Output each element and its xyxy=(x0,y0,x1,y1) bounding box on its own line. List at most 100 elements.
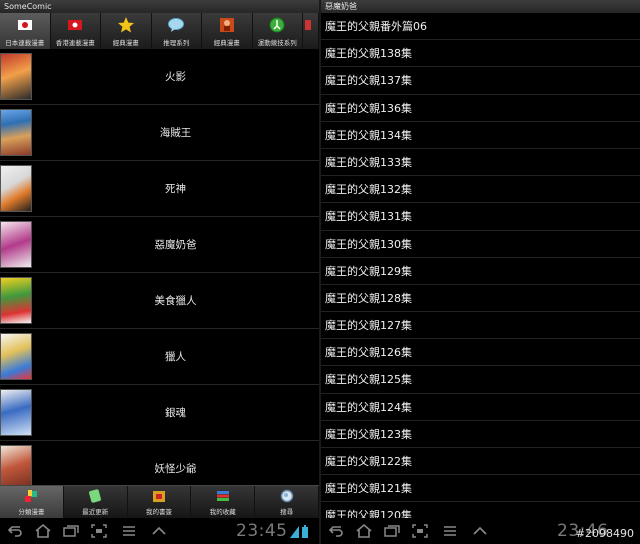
tab-label: 日本連載漫畫 xyxy=(5,39,45,47)
tab-sports-series[interactable]: 運動競技系列 xyxy=(253,13,303,49)
system-bar: 23:45 xyxy=(0,518,319,544)
back-icon[interactable] xyxy=(327,523,345,539)
comic-cover-thumbnail xyxy=(0,165,32,212)
tab-label: 香港連載漫畫 xyxy=(55,39,95,47)
chapter-item[interactable]: 魔王的父親136集 xyxy=(321,95,640,122)
tab-classic-comics-2[interactable]: 經典漫畫 xyxy=(202,13,253,49)
comic-browser-screen: SomeComic 日本連載漫畫 香港連載漫畫 經典漫畫 推理系列 經典漫畫 運… xyxy=(0,0,319,544)
nav-search[interactable]: 搜尋 xyxy=(255,486,319,518)
chapter-item[interactable]: 魔王的父親123集 xyxy=(321,421,640,448)
tab-mystery-series[interactable]: 推理系列 xyxy=(152,13,202,49)
screenshot-icon[interactable] xyxy=(90,523,108,539)
chapter-item[interactable]: 魔王的父親125集 xyxy=(321,366,640,394)
list-item[interactable]: 銀魂 xyxy=(0,385,319,441)
comic-title-bar: 惡魔奶爸 xyxy=(321,0,640,13)
speech-bubble-icon xyxy=(168,18,185,32)
tab-japan-serials[interactable]: 日本連載漫畫 xyxy=(0,13,51,49)
comic-cover-thumbnail xyxy=(0,445,32,485)
home-icon[interactable] xyxy=(355,523,373,539)
chapter-item[interactable]: 魔王的父親134集 xyxy=(321,122,640,149)
chapter-item[interactable]: 魔王的父親130集 xyxy=(321,231,640,258)
list-item[interactable]: 美食獵人 xyxy=(0,273,319,329)
tab-label: 推理系列 xyxy=(163,39,190,47)
comic-title: 美食獵人 xyxy=(154,295,197,307)
tab-hong-kong-serials[interactable]: 香港連載漫畫 xyxy=(51,13,101,49)
nav-recent-updates[interactable]: 最近更新 xyxy=(64,486,128,518)
nav-favorites[interactable]: 我的收藏 xyxy=(191,486,256,518)
list-item[interactable]: 火影 xyxy=(0,49,319,105)
back-icon[interactable] xyxy=(6,523,24,539)
nav-label: 最近更新 xyxy=(82,508,109,516)
chapter-item[interactable]: 魔王的父親133集 xyxy=(321,149,640,177)
tab-more-clipped[interactable] xyxy=(303,13,319,49)
chevron-up-icon[interactable] xyxy=(150,523,168,539)
chapter-list: 魔王的父親番外篇06 魔王的父親138集 魔王的父親137集 魔王的父親136集… xyxy=(321,13,640,518)
comic-title: 銀魂 xyxy=(165,407,186,419)
bookmark-icon xyxy=(152,491,165,502)
app-title-bar: SomeComic xyxy=(0,0,319,13)
comic-title: 惡魔奶爸 xyxy=(154,239,197,251)
comic-title: 妖怪少爺 xyxy=(154,463,197,475)
recent-apps-icon[interactable] xyxy=(383,523,401,539)
nav-label: 我的書簽 xyxy=(145,508,172,516)
comic-cover-thumbnail xyxy=(0,221,32,268)
tab-label: 經典漫畫 xyxy=(112,39,139,47)
search-icon xyxy=(280,489,293,503)
nav-categories[interactable]: 分類漫畫 xyxy=(0,486,64,518)
comic-title: 死神 xyxy=(165,183,186,195)
status-clock: 23:45 xyxy=(236,521,288,541)
tab-label: 經典漫畫 xyxy=(213,39,240,47)
clipped-tab-icon xyxy=(304,20,311,30)
comic-cover-thumbnail xyxy=(0,389,32,436)
list-item[interactable]: 惡魔奶爸 xyxy=(0,217,319,273)
refresh-icon xyxy=(89,489,102,503)
chapter-item[interactable]: 魔王的父親132集 xyxy=(321,176,640,204)
action-figure-icon xyxy=(219,18,234,32)
chapter-item[interactable]: 魔王的父親122集 xyxy=(321,448,640,476)
chapter-item[interactable]: 魔王的父親番外篇06 xyxy=(321,13,640,41)
comic-cover-thumbnail xyxy=(0,53,32,100)
list-item[interactable]: 死神 xyxy=(0,161,319,217)
list-item[interactable]: 獵人 xyxy=(0,329,319,385)
category-tab-bar: 日本連載漫畫 香港連載漫畫 經典漫畫 推理系列 經典漫畫 運動競技系列 xyxy=(0,13,319,49)
chapter-item[interactable]: 魔王的父親121集 xyxy=(321,475,640,503)
comic-title: 獵人 xyxy=(165,351,186,363)
chapter-item[interactable]: 魔王的父親131集 xyxy=(321,203,640,231)
menu-icon[interactable] xyxy=(120,523,138,539)
chapter-item[interactable]: 魔王的父親138集 xyxy=(321,40,640,68)
home-icon[interactable] xyxy=(34,523,52,539)
japan-flag-icon xyxy=(17,20,32,30)
chapter-item[interactable]: 魔王的父親124集 xyxy=(321,394,640,421)
chevron-up-icon[interactable] xyxy=(471,523,489,539)
list-item[interactable]: 妖怪少爺 xyxy=(0,441,319,485)
nav-bookmarks[interactable]: 我的書簽 xyxy=(128,486,192,518)
app-title: SomeComic xyxy=(4,2,52,11)
sports-ball-icon xyxy=(269,17,285,33)
recent-apps-icon[interactable] xyxy=(62,523,80,539)
bottom-navigation: 分類漫畫 最近更新 我的書簽 我的收藏 搜尋 xyxy=(0,485,319,518)
screenshot-icon[interactable] xyxy=(411,523,429,539)
chapter-item[interactable]: 魔王的父親137集 xyxy=(321,67,640,95)
battery-icon xyxy=(302,525,308,538)
category-blocks-icon xyxy=(25,490,38,502)
chapter-item[interactable]: 魔王的父親127集 xyxy=(321,312,640,340)
list-item[interactable]: 海賊王 xyxy=(0,105,319,161)
books-icon xyxy=(216,491,229,501)
hong-kong-flag-icon xyxy=(68,20,83,30)
tab-classic-comics[interactable]: 經典漫畫 xyxy=(101,13,152,49)
chapter-item[interactable]: 魔王的父親129集 xyxy=(321,258,640,285)
comic-list: 火影 海賊王 死神 惡魔奶爸 美食獵人 獵人 銀魂 妖怪少爺 xyxy=(0,49,319,485)
nav-label: 我的收藏 xyxy=(209,508,236,516)
signal-icon xyxy=(290,526,299,538)
tab-label: 運動競技系列 xyxy=(257,39,297,47)
comic-cover-thumbnail xyxy=(0,277,32,324)
comic-title-header: 惡魔奶爸 xyxy=(325,2,357,11)
chapter-item[interactable]: 魔王的父親120集 xyxy=(321,502,640,518)
chapter-item[interactable]: 魔王的父親126集 xyxy=(321,339,640,367)
menu-icon[interactable] xyxy=(441,523,459,539)
star-icon xyxy=(117,17,134,33)
chapter-item[interactable]: 魔王的父親128集 xyxy=(321,285,640,313)
nav-label: 搜尋 xyxy=(280,508,294,516)
chapter-list-screen: 惡魔奶爸 魔王的父親番外篇06 魔王的父親138集 魔王的父親137集 魔王的父… xyxy=(321,0,640,544)
comic-cover-thumbnail xyxy=(0,333,32,380)
